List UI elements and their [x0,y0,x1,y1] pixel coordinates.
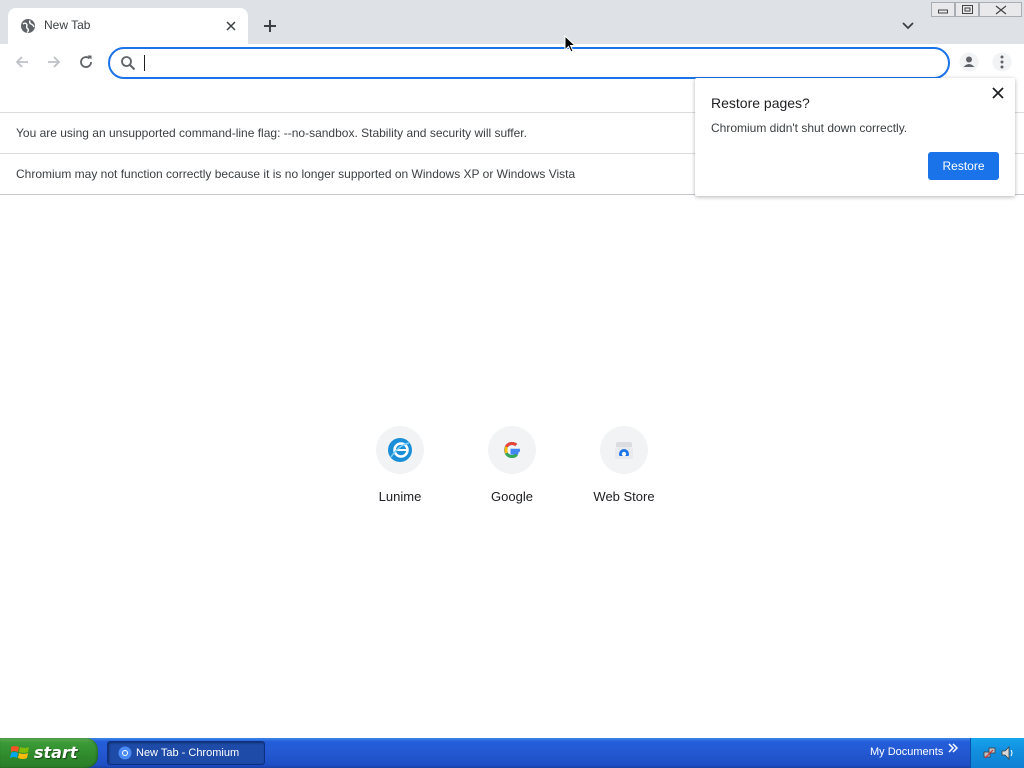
shortcut-google[interactable]: Google [456,426,568,510]
reload-button[interactable] [74,50,98,74]
shortcut-lunime[interactable]: Lunime [344,426,456,510]
taskbar-item-chromium[interactable]: New Tab - Chromium [107,741,265,765]
close-tab-button[interactable] [223,18,239,34]
plus-icon [264,20,276,32]
forward-button[interactable] [42,50,66,74]
google-icon [504,441,520,459]
omnibox[interactable] [108,47,950,79]
close-icon [995,5,1006,14]
search-icon [121,56,136,71]
lunime-icon [388,438,412,462]
person-icon [959,52,979,72]
tab-search-button[interactable] [898,16,918,36]
start-button[interactable]: start [0,738,98,768]
my-documents-toolbar[interactable]: My Documents [870,746,943,758]
restore-pages-dialog: Restore pages? Chromium didn't shut down… [695,78,1015,196]
minimize-icon [938,9,948,13]
shortcut-label: Lunime [378,489,422,504]
web-store-icon [615,442,633,459]
reload-icon [80,55,92,68]
shortcut-tile [376,426,424,474]
restore-window-icon [961,5,973,14]
shortcut-label: Web Store [593,489,655,504]
infobar-text: Chromium may not function correctly beca… [16,167,576,181]
system-tray [970,738,1024,768]
tab-title: New Tab [44,18,91,32]
more-vert-icon [992,52,1012,72]
arrow-left-icon [15,56,28,68]
volume-icon[interactable] [1001,746,1015,760]
dialog-title: Restore pages? [711,95,810,111]
dialog-close-button[interactable] [990,85,1006,101]
shortcut-tile [488,426,536,474]
network-icon[interactable] [983,746,997,760]
tab-new-tab[interactable]: New Tab [8,8,248,44]
taskbar: start New Tab - Chromium My Documents [0,738,1024,768]
text-caret [144,55,145,71]
chromium-icon [118,746,132,760]
omnibox-input[interactable] [142,53,932,73]
shortcut-tile [600,426,648,474]
shortcut-label: Google [491,489,533,504]
chevron-double-right-icon[interactable] [947,742,959,754]
mouse-cursor-icon [564,35,577,53]
infobar-text: You are using an unsupported command-lin… [16,126,527,140]
windows-logo-icon [10,746,29,759]
profile-button[interactable] [957,50,981,74]
new-tab-button[interactable] [258,14,282,38]
back-button[interactable] [10,50,34,74]
close-window-button[interactable] [979,2,1022,17]
globe-icon [21,19,35,34]
restore-button[interactable]: Restore [928,152,999,180]
toolbar [0,44,1024,80]
taskbar-item-label: New Tab - Chromium [136,747,240,759]
chevron-down-icon [902,22,914,30]
dialog-message: Chromium didn't shut down correctly. [711,121,908,135]
close-icon [226,21,236,31]
close-icon [992,87,1004,99]
menu-button[interactable] [990,50,1014,74]
start-label: start [34,743,78,762]
maximize-button[interactable] [955,2,979,17]
tab-strip: New Tab [0,0,1024,44]
minimize-button[interactable] [931,2,955,17]
arrow-right-icon [48,56,61,68]
shortcut-web-store[interactable]: Web Store [568,426,680,510]
